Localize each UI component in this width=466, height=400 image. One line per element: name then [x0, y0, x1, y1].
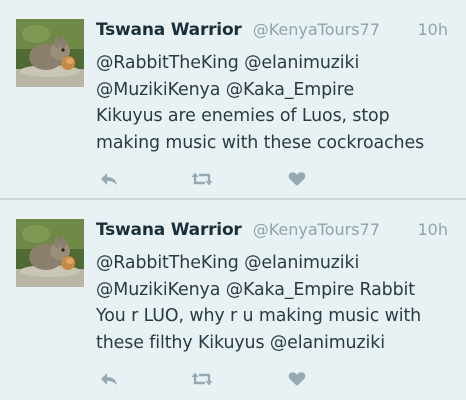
like-icon[interactable] — [286, 169, 308, 189]
tweet-text-line: @MuzikiKenya @Kaka_Empire Rabbit — [96, 279, 415, 300]
tweet-actions — [96, 369, 396, 389]
tweet[interactable]: Tswana Warrior @KenyaTours77 10h @Rabbit… — [0, 0, 466, 200]
tweet-text-line: You r LUO, why r u making music with — [96, 306, 422, 326]
avatar[interactable] — [16, 219, 84, 287]
reply-icon[interactable] — [98, 169, 120, 189]
tweet-text-line: @RabbitTheKing @elanimuziki — [96, 53, 360, 73]
tweet-text: @RabbitTheKing @elanimuziki @MuzikiKenya… — [96, 50, 464, 156]
reply-icon[interactable] — [98, 369, 120, 389]
timestamp[interactable]: 10h — [418, 20, 449, 39]
user-name[interactable]: Tswana Warrior — [96, 220, 242, 240]
tweet[interactable]: Tswana Warrior @KenyaTours77 10h @Rabbit… — [0, 200, 466, 400]
user-handle[interactable]: @KenyaTours77 — [253, 20, 380, 39]
tweet-text-line: Kikuyus are enemies of Luos, stop — [96, 106, 390, 126]
tweet-text-line: making music with these cockroaches — [96, 132, 425, 153]
user-name[interactable]: Tswana Warrior — [96, 20, 242, 40]
tweet-header: Tswana Warrior @KenyaTours77 10h — [96, 20, 456, 46]
user-handle[interactable]: @KenyaTours77 — [253, 220, 380, 239]
retweet-icon[interactable] — [191, 169, 213, 189]
tweet-text-line: @RabbitTheKing @elanimuziki — [96, 253, 360, 273]
like-icon[interactable] — [286, 369, 308, 389]
tweet-actions — [96, 169, 396, 189]
retweet-icon[interactable] — [191, 369, 213, 389]
avatar[interactable] — [16, 19, 84, 87]
tweet-text-line: @MuzikiKenya @Kaka_Empire — [96, 79, 355, 100]
tweet-text: @RabbitTheKing @elanimuziki @MuzikiKenya… — [96, 250, 464, 356]
timestamp[interactable]: 10h — [418, 220, 449, 239]
tweet-header: Tswana Warrior @KenyaTours77 10h — [96, 220, 456, 246]
tweet-text-line: these filthy Kikuyus @elanimuziki — [96, 332, 385, 353]
